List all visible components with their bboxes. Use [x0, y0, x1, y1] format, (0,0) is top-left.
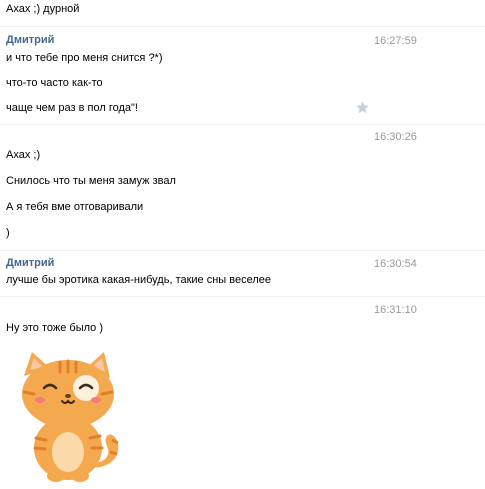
- message-time[interactable]: 16:27:59: [374, 35, 417, 48]
- star-icon[interactable]: [355, 100, 370, 115]
- message-text: чаще чем раз в пол года"!: [6, 102, 138, 114]
- message-time[interactable]: 16:31:10: [374, 304, 417, 317]
- divider: [0, 124, 485, 125]
- message-text: что-то часто как-то: [6, 77, 103, 89]
- divider: [0, 26, 485, 27]
- message-text: ): [6, 227, 10, 239]
- divider: [0, 250, 485, 251]
- message-text: Ну это тоже было ): [6, 322, 103, 334]
- message-text: Ахах ;): [6, 149, 41, 161]
- message-text: лучше бы эротика какая-нибудь, такие сны…: [6, 274, 272, 286]
- message-text: Снилось что ты меня замуж звал: [6, 175, 176, 187]
- message-time[interactable]: 16:30:26: [374, 131, 417, 144]
- message-text: Ахах ;) дурной: [6, 3, 80, 15]
- divider: [0, 296, 485, 297]
- message-text: А я тебя вме отговаривали: [6, 201, 144, 213]
- sender-name[interactable]: Дмитрий: [6, 34, 54, 47]
- cat-sticker[interactable]: [10, 348, 128, 484]
- message-text: и что тебе про меня снится ?*): [6, 52, 163, 64]
- message-time[interactable]: 16:30:54: [374, 258, 417, 271]
- sender-name[interactable]: Дмитрий: [6, 257, 54, 270]
